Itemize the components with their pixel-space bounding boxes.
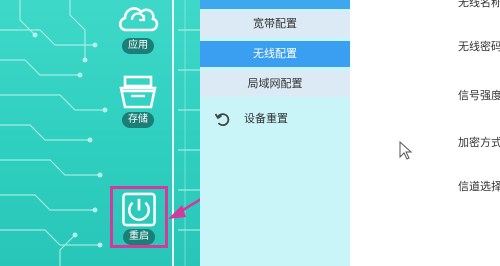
- sidebar-item-label: 重启: [123, 229, 155, 245]
- field-label-channel: 信道选择: [458, 180, 500, 193]
- menu-item-wireless[interactable]: 无线配置: [200, 41, 350, 67]
- mouse-cursor-icon: [399, 141, 413, 160]
- cloud-refresh-icon: [118, 7, 159, 32]
- field-label-signal-strength: 信号强度: [458, 89, 500, 102]
- storage-basket-icon: [119, 75, 157, 109]
- field-label-ssid: 无线名称: [458, 0, 500, 9]
- sidebar-item-app[interactable]: 应用: [112, 0, 164, 54]
- menu-item-label: 设备重置: [244, 112, 288, 125]
- circuit-pattern-decoration: [0, 0, 200, 266]
- menu-item-device-reset[interactable]: 设备重置: [200, 106, 350, 132]
- menu-item-broadband[interactable]: 宽带配置: [200, 11, 350, 37]
- reset-icon: [214, 111, 238, 127]
- sidebar-item-label: 存储: [122, 112, 154, 128]
- sidebar-item-storage[interactable]: 存储: [112, 74, 164, 128]
- wireless-settings-panel: 无线名称 无线密码 信号强度 加密方式 信道选择: [350, 0, 500, 266]
- router-admin-screen: 应用 存储 重启 宽带配置 无线配置 局域网配置 设备重置 无线名称 无线密码 …: [0, 0, 500, 266]
- menu-top-bar: [200, 0, 350, 9]
- sidebar-divider-line: [172, 0, 174, 266]
- sidebar-item-label: 应用: [122, 38, 154, 54]
- menu-item-lan[interactable]: 局域网配置: [200, 71, 350, 97]
- left-sidebar: 应用 存储 重启: [0, 0, 200, 266]
- settings-menu: 宽带配置 无线配置 局域网配置 设备重置: [200, 0, 350, 266]
- field-label-encryption: 加密方式: [458, 136, 500, 149]
- sidebar-item-reboot[interactable]: 重启: [110, 186, 168, 248]
- power-icon: [122, 192, 156, 227]
- field-label-password: 无线密码: [458, 40, 500, 53]
